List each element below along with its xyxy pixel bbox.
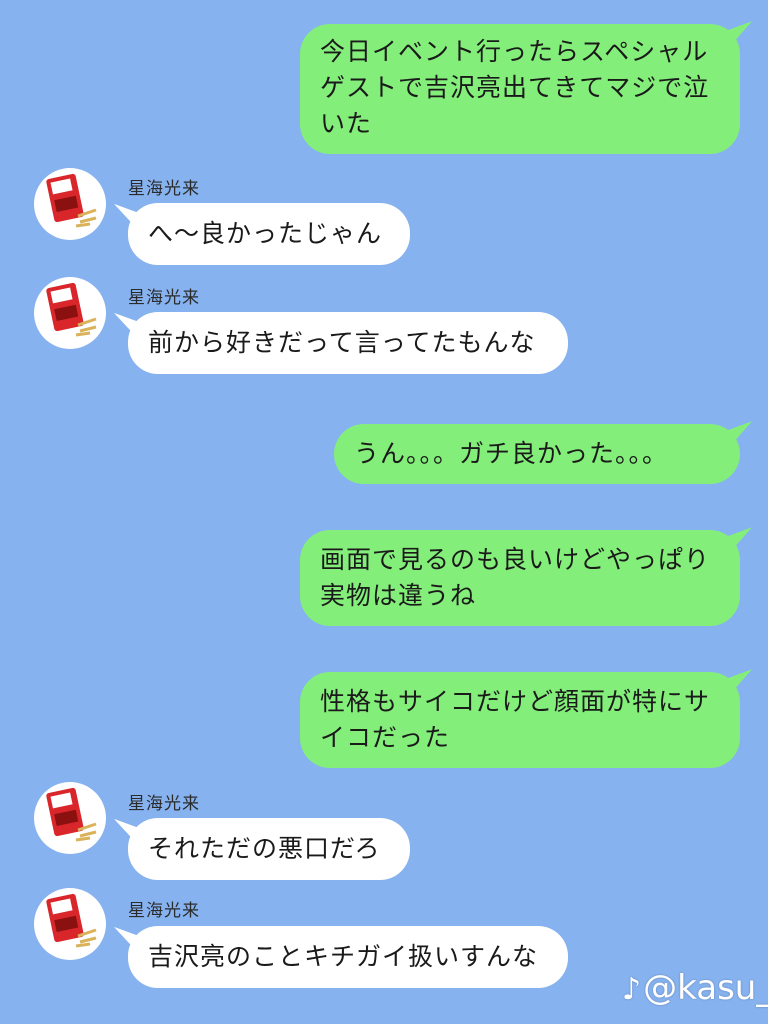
message-text: 吉沢亮のことキチガイ扱いすんな xyxy=(148,942,539,971)
message-text: 性格もサイコだけど顔面が特にサ xyxy=(320,687,711,716)
message-text: 画面で見るのも良いけどやっぱり xyxy=(320,545,711,574)
message-text: それただの悪口だろ xyxy=(148,834,381,863)
received-message-bubble[interactable]: へ〜良かったじゃん xyxy=(128,203,410,265)
message-text: うん。。。ガチ良かった。。。 xyxy=(354,439,669,468)
snack-bag-icon xyxy=(46,893,97,948)
message-text: ゲストで吉沢亮出てきてマジで泣 xyxy=(320,73,710,102)
received-message-bubble[interactable]: 吉沢亮のことキチガイ扱いすんな xyxy=(128,926,568,988)
sender-name: 星海光来 xyxy=(128,901,200,921)
received-message-bubble[interactable]: 前から好きだって言ってたもんな xyxy=(128,312,568,374)
avatar[interactable] xyxy=(34,782,106,854)
avatar[interactable] xyxy=(34,277,106,349)
message-text: 実物は違うね xyxy=(320,581,477,610)
sent-message-bubble[interactable]: 今日イベント行ったらスペシャル ゲストで吉沢亮出てきてマジで泣 いた xyxy=(300,24,740,154)
sent-message-bubble[interactable]: 性格もサイコだけど顔面が特にサ イコだった xyxy=(300,672,740,768)
snack-bag-icon xyxy=(46,173,97,228)
tiktok-icon: ♪ xyxy=(622,972,642,1007)
avatar[interactable] xyxy=(34,168,106,240)
sender-name: 星海光来 xyxy=(128,179,200,199)
message-text: イコだった xyxy=(320,723,451,752)
avatar[interactable] xyxy=(34,888,106,960)
message-text: いた xyxy=(320,109,373,138)
message-text: へ〜良かったじゃん xyxy=(148,219,383,248)
message-text: 前から好きだって言ってたもんな xyxy=(148,328,536,357)
sent-message-bubble[interactable]: 画面で見るのも良いけどやっぱり 実物は違うね xyxy=(300,530,740,626)
watermark: ♪@kasu_ xyxy=(622,968,768,1008)
snack-bag-icon xyxy=(46,282,97,337)
sent-message-bubble[interactable]: うん。。。ガチ良かった。。。 xyxy=(334,424,740,484)
snack-bag-icon xyxy=(46,787,97,842)
message-text: 今日イベント行ったらスペシャル xyxy=(320,37,709,66)
watermark-text: @kasu_ xyxy=(643,968,768,1008)
sender-name: 星海光来 xyxy=(128,288,200,308)
sender-name: 星海光来 xyxy=(128,794,200,814)
received-message-bubble[interactable]: それただの悪口だろ xyxy=(128,818,410,880)
